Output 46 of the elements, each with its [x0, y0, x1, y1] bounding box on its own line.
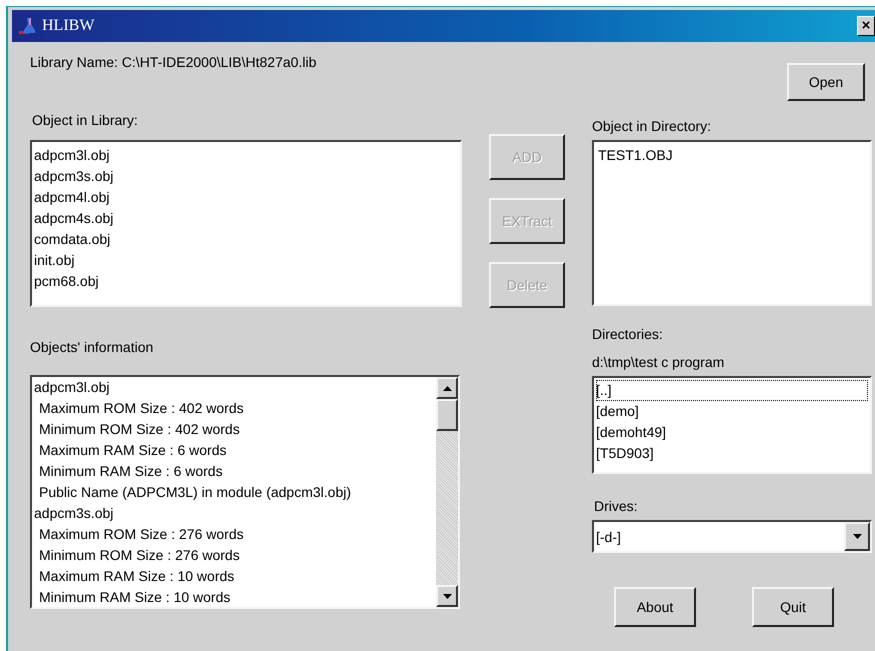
- object-in-library-label: Object in Library:: [32, 112, 139, 128]
- info-line: Maximum ROM Size : 402 words: [38, 399, 245, 418]
- current-path-label: d:\tmp\test c program: [592, 354, 726, 370]
- close-button[interactable]: ×: [857, 16, 875, 36]
- drives-label: Drives:: [594, 498, 639, 514]
- open-button[interactable]: Open: [787, 63, 865, 101]
- list-item[interactable]: comdata.obj: [34, 229, 458, 250]
- directories-label: Directories:: [592, 326, 664, 342]
- info-line: adpcm3s.obj: [34, 504, 114, 523]
- scrollbar-thumb[interactable]: [436, 399, 458, 431]
- directory-list[interactable]: [..] [demo] [demoht49] [T5D903]: [592, 376, 872, 474]
- library-name-label: Library Name: C:\HT-IDE2000\LIB\Ht827a0.lib: [30, 54, 316, 70]
- objects-information-label: Objects' information: [30, 339, 154, 355]
- window-title: HLIBW: [42, 17, 94, 35]
- down-arrow-icon: [442, 594, 452, 598]
- scroll-down-button[interactable]: [436, 585, 458, 607]
- drives-dropdown[interactable]: [-d-]: [592, 520, 872, 553]
- directory-object-list[interactable]: TEST1.OBJ: [592, 140, 872, 306]
- list-item[interactable]: adpcm4l.obj: [34, 187, 458, 208]
- directory-item[interactable]: [demoht49]: [596, 422, 868, 443]
- list-item[interactable]: TEST1.OBJ: [598, 145, 866, 166]
- scroll-up-button[interactable]: [436, 377, 458, 399]
- dialog-button[interactable]: Quit: [752, 587, 834, 627]
- dropdown-arrow-icon: [852, 534, 862, 539]
- list-item[interactable]: init.obj: [34, 250, 458, 271]
- info-line: Maximum RAM Size : 10 words: [38, 567, 236, 586]
- up-arrow-icon: [442, 386, 452, 390]
- info-line: Maximum ROM Size : 276 words: [38, 525, 245, 544]
- info-line: adpcm3l.obj: [34, 378, 110, 397]
- library-object-list[interactable]: adpcm3l.obj adpcm3s.obj adpcm4l.obj adpcm4s.obj comdata.obj init.obj pcm68.obj: [30, 140, 462, 307]
- info-line: Minimum RAM Size : 6 words: [38, 462, 224, 481]
- info-line: Public Name (ADPCM3L) in module (adpcm3l.obj): [38, 483, 352, 502]
- list-item[interactable]: adpcm4s.obj: [34, 208, 458, 229]
- list-item[interactable]: pcm68.obj: [34, 271, 458, 292]
- dialog-button[interactable]: About: [614, 587, 696, 627]
- flask-icon: [18, 16, 38, 36]
- directory-item[interactable]: [T5D903]: [596, 443, 868, 464]
- list-item[interactable]: adpcm3s.obj: [34, 166, 458, 187]
- info-line: Maximum RAM Size : 6 words: [38, 441, 228, 460]
- directory-item[interactable]: [demo]: [596, 401, 868, 422]
- list-item[interactable]: adpcm3l.obj: [34, 145, 458, 166]
- info-line: Minimum ROM Size : 402 words: [38, 420, 241, 439]
- object-in-directory-label: Object in Directory:: [592, 118, 712, 134]
- info-line: Minimum ROM Size : 276 words: [38, 546, 241, 565]
- directory-item[interactable]: [..]: [596, 380, 868, 401]
- info-line: Minimum RAM Size : 10 words: [38, 588, 232, 607]
